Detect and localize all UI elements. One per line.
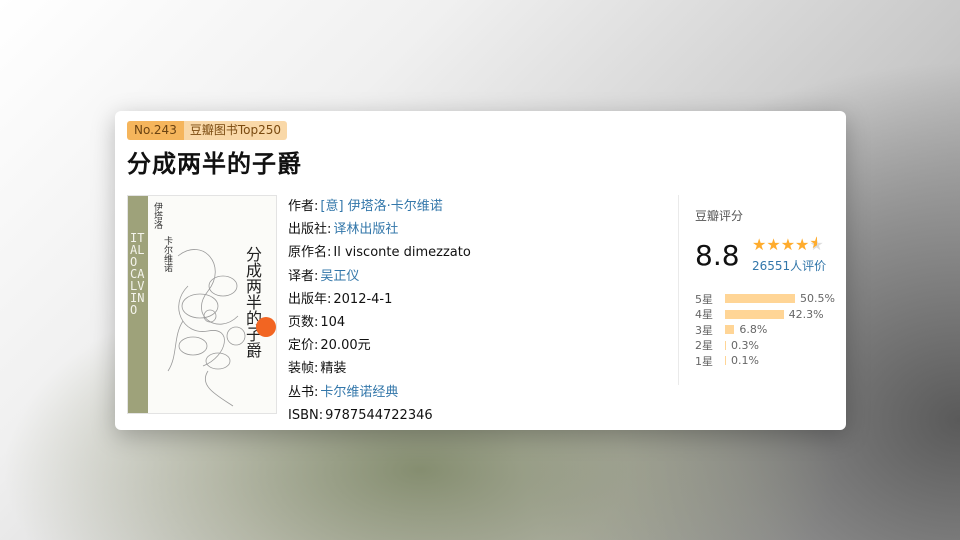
rating-dist-label: 4星 [695,308,713,322]
rating-dist-pct: 6.8% [739,323,768,337]
rating-votes-link[interactable]: 26551人评价 [752,257,826,274]
star-half-icon: ★ ★ [809,235,824,254]
info-value: 20.00元 [320,338,371,354]
star-full-icon: ★ [766,235,781,254]
info-label: 页数: [288,314,319,330]
info-row: 出版社: 译林出版社 [288,218,471,241]
rating-distribution: 5星 50.5% 4星 42.3% 3星 6.8% 2星 0.3% 1星 0.1% [695,291,835,369]
rating-dist-label: 1星 [695,354,713,368]
book-card: No.243 豆瓣图书Top250 分成两半的子爵 ITALO CALVINO … [115,111,846,430]
book-cover[interactable]: ITALO CALVINO 伊塔洛 卡尔维诺 分成两半的子爵 [127,195,277,414]
book-title: 分成两半的子爵 [127,150,302,178]
info-row: ISBN: 9787544722346 [288,404,471,427]
star-full-icon: ★ [780,235,796,254]
top250-badge[interactable]: No.243 豆瓣图书Top250 [127,121,287,140]
cover-title: 分成两半的子爵 [243,246,262,358]
info-value: 2012-4-1 [333,291,393,307]
info-label: 定价: [288,338,319,354]
rating-dist-row: 2星 0.3% [695,338,835,354]
rating-dist-row: 4星 42.3% [695,307,835,323]
info-label: 原作名: [288,245,332,261]
rating-dist-label: 5星 [695,292,713,306]
info-value: 9787544722346 [325,407,433,423]
rating-dist-row: 1星 0.1% [695,353,835,369]
cover-spine-strip: ITALO CALVINO [128,196,148,413]
cover-author: 伊塔洛 [152,202,162,229]
info-row: 译者: 吴正仪 [288,265,471,288]
rating-dist-pct: 0.1% [731,354,759,368]
info-row: 丛书: 卡尔维诺经典 [288,381,471,404]
info-value-link[interactable]: 译林出版社 [333,222,398,237]
cover-strip-text: ITALO CALVINO [130,231,145,317]
info-row: 装帧: 精装 [288,357,471,380]
rating-dist-bar [725,356,726,366]
info-value-link[interactable]: [意] 伊塔洛·卡尔维诺 [320,199,442,214]
info-row: 出版年: 2012-4-1 [288,288,471,311]
info-label: 出版社: [288,222,332,238]
rating-dist-row: 5星 50.5% [695,291,835,307]
divider [678,195,679,385]
info-label: 装帧: [288,361,319,377]
rank-list-name: 豆瓣图书Top250 [183,121,287,140]
cover-author-2: 卡尔维诺 [162,236,172,272]
rating-dist-label: 3星 [695,323,713,337]
rating-dist-bar [725,340,726,350]
rating-stars: ★★★★ ★ ★ [752,235,824,254]
rating-title: 豆瓣评分 [695,209,744,223]
info-label: 丛书: [288,384,319,400]
info-value: 精装 [320,361,347,377]
info-value-link[interactable]: 卡尔维诺经典 [320,385,398,400]
star-full-icon: ★ [795,235,810,254]
cover-orange-dot [256,317,276,337]
rating-dist-pct: 50.5% [800,292,835,306]
star-full-icon: ★ [752,235,767,254]
info-value: Il visconte dimezzato [333,245,471,261]
book-info: 作者: [意] 伊塔洛·卡尔维诺 出版社: 译林出版社 原作名: Il visconte … [288,195,471,427]
rating-dist-pct: 0.3% [731,338,759,352]
info-label: 译者: [288,268,319,284]
info-row: 页数: 104 [288,311,471,334]
rating-dist-row: 3星 6.8% [695,322,835,338]
rating-panel: 豆瓣评分 8.8 ★★★★ ★ ★ 26551人评价 5星 50.5% 4星 42.3% 3… [695,207,835,368]
rating-dist-bar [725,325,735,335]
rating-dist-label: 2星 [695,339,713,353]
info-label: 作者: [288,199,319,214]
info-value-link[interactable]: 吴正仪 [320,269,359,284]
info-label: ISBN: [288,407,324,423]
rating-dist-bar [725,294,795,304]
info-value: 104 [320,314,346,330]
info-row: 作者: [意] 伊塔洛·卡尔维诺 [288,195,471,218]
rating-dist-bar [725,309,784,319]
info-label: 出版年: [288,291,332,307]
rating-score: 8.8 [695,239,740,272]
info-row: 原作名: Il visconte dimezzato [288,241,471,264]
rank-number: No.243 [127,121,184,140]
rating-dist-pct: 42.3% [788,307,824,321]
info-row: 定价: 20.00元 [288,334,471,357]
